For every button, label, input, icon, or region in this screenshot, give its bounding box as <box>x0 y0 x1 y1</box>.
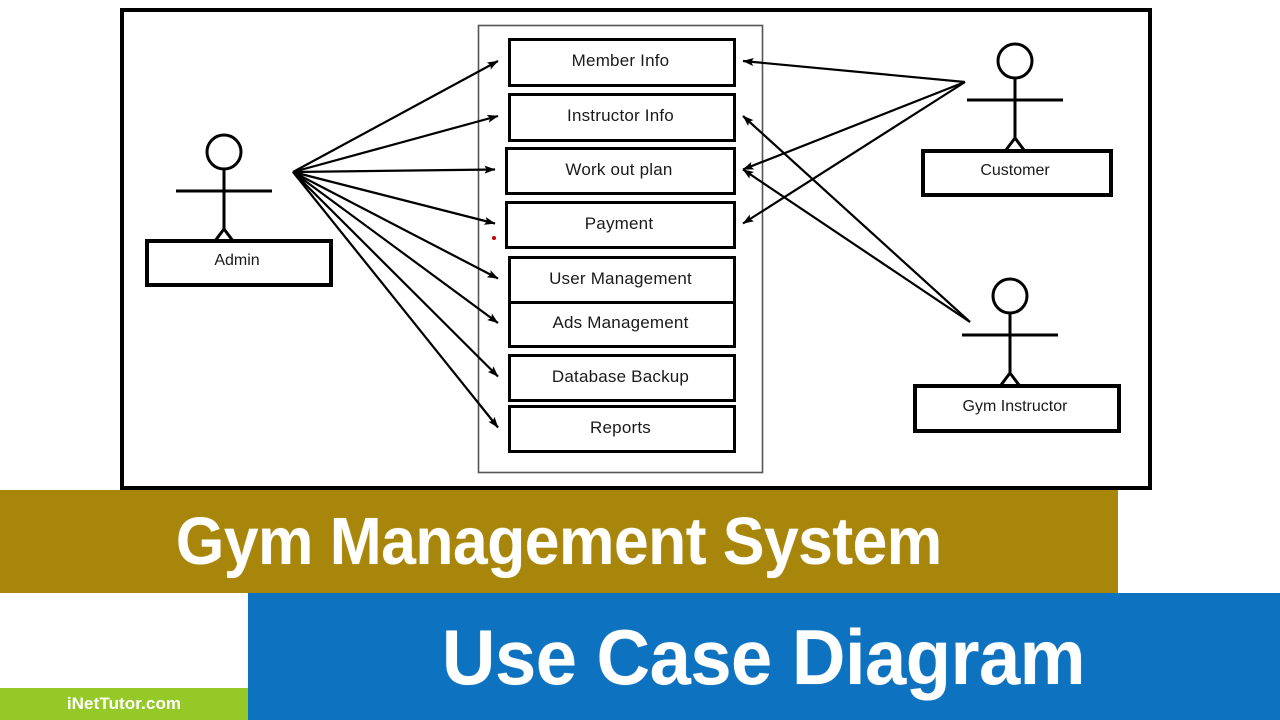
actor-head <box>205 133 243 171</box>
use-case-box[interactable] <box>508 405 736 453</box>
association-admin-to-payment <box>292 170 496 225</box>
use-case-group <box>505 38 736 453</box>
diagram-canvas <box>120 8 1152 490</box>
association-admin-to-work-out-plan <box>292 165 496 174</box>
use-case-box[interactable] <box>505 147 736 195</box>
title-banner-secondary: Use Case Diagram <box>248 593 1280 720</box>
artifact-group <box>492 236 496 240</box>
use-case-box[interactable] <box>508 354 736 402</box>
watermark-text: iNetTutor.com <box>66 694 182 713</box>
watermark-bar: iNetTutor.com <box>0 688 248 720</box>
diagram-type-title-text: Use Case Diagram <box>442 612 1086 701</box>
use-case-box[interactable] <box>505 201 736 249</box>
screenshot-root: Member Info Instructor Info Work out plan P… <box>0 0 1280 720</box>
actor-head <box>996 42 1034 80</box>
actor-head <box>991 277 1029 315</box>
association-customer-to-member-info <box>742 58 966 84</box>
use-case-box[interactable] <box>508 301 736 348</box>
actor-name-box-admin[interactable] <box>145 239 333 287</box>
system-title-text: Gym Management System <box>176 504 942 579</box>
actor-name-box-gym-instructor[interactable] <box>913 384 1121 433</box>
red-dot-marker <box>492 236 496 240</box>
association-admin-to-instructor-info <box>292 114 499 174</box>
actor-name-box-customer[interactable] <box>921 149 1113 197</box>
association-gym-instructor-to-instructor-info <box>742 115 971 323</box>
title-banner-primary: Gym Management System <box>0 490 1118 593</box>
use-case-box[interactable] <box>508 93 736 142</box>
use-case-box[interactable] <box>508 38 736 87</box>
use-case-box[interactable] <box>508 256 736 304</box>
association-admin-to-member-info <box>292 60 499 173</box>
use-case-diagram: Member Info Instructor Info Work out plan P… <box>0 0 1280 490</box>
